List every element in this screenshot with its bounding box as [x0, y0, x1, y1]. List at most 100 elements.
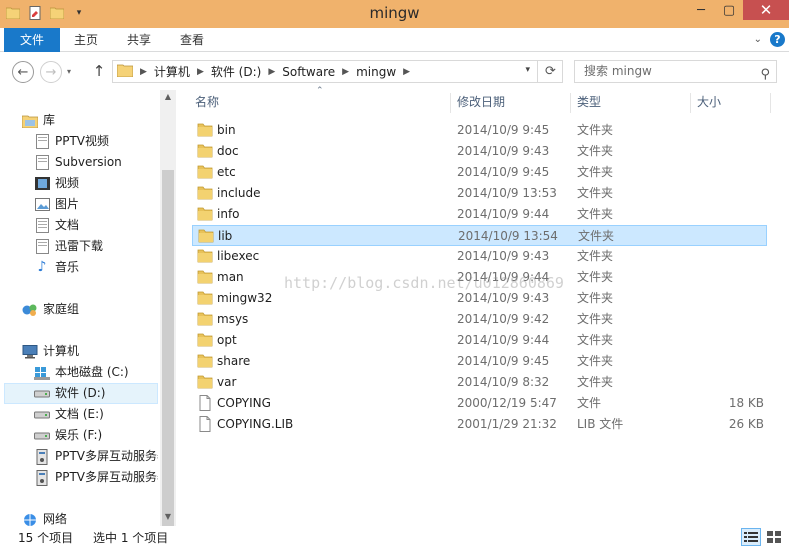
file-type: 文件 [577, 396, 602, 410]
search-input[interactable]: 搜索 mingw ⚲ [574, 60, 777, 83]
window-controls: ─ ▢ ✕ [687, 0, 789, 20]
tab-view[interactable]: 查看 [170, 28, 214, 52]
computer-icon [22, 344, 38, 360]
sidebar-item-homegroup[interactable]: 家庭组 [22, 299, 158, 320]
close-icon[interactable]: ✕ [743, 0, 789, 20]
sidebar-item-pptv-server-2[interactable]: PPTV多屏互动服务器 [34, 467, 158, 488]
file-row[interactable]: doc 2014/10/9 9:43 文件夹 [192, 141, 767, 162]
file-row[interactable]: share 2014/10/9 9:45 文件夹 [192, 351, 767, 372]
column-header-name[interactable]: 名称 [195, 90, 219, 115]
chevron-right-icon[interactable]: ▶ [137, 67, 150, 77]
breadcrumb-drive-d[interactable]: 软件 (D:) [207, 63, 265, 80]
recent-locations-icon[interactable]: ▾ [67, 67, 71, 76]
file-type: 文件夹 [577, 144, 614, 158]
file-name: opt [217, 333, 237, 347]
column-divider[interactable] [770, 93, 771, 113]
sidebar-item-music[interactable]: ♪ 音乐 [34, 257, 158, 278]
file-name: var [217, 375, 237, 389]
file-row[interactable]: mingw32 2014/10/9 9:43 文件夹 [192, 288, 767, 309]
breadcrumb-software[interactable]: Software [278, 65, 339, 79]
sidebar-item-label: 计算机 [43, 344, 80, 358]
sidebar-item-documents[interactable]: 文档 [34, 215, 158, 236]
up-icon[interactable]: ↑ [91, 62, 107, 80]
file-date: 2014/10/9 9:45 [457, 354, 550, 368]
folder-icon [197, 185, 213, 201]
sidebar-item-pptv-video[interactable]: PPTV视频 [34, 131, 158, 152]
expand-ribbon-icon[interactable]: ⌄ [754, 34, 762, 45]
file-type: 文件夹 [577, 186, 614, 200]
sidebar-item-drive-f[interactable]: 娱乐 (F:) [34, 425, 158, 446]
sidebar-item-drive-c[interactable]: 本地磁盘 (C:) [34, 362, 158, 383]
column-header-date[interactable]: 修改日期 [457, 90, 505, 115]
column-divider[interactable] [570, 93, 571, 113]
navigation-bar: ← → ▾ ↑ ▶ 计算机 ▶ 软件 (D:) ▶ Software ▶ min… [0, 52, 789, 90]
selection-count: 选中 1 个项目 [93, 531, 169, 545]
file-row[interactable]: libexec 2014/10/9 9:43 文件夹 [192, 246, 767, 267]
sidebar-item-label: 库 [43, 113, 56, 127]
sidebar-item-label: 图片 [55, 197, 80, 211]
chevron-right-icon[interactable]: ▶ [339, 67, 352, 77]
file-row[interactable]: etc 2014/10/9 9:45 文件夹 [192, 162, 767, 183]
chevron-right-icon[interactable]: ▶ [265, 67, 278, 77]
folder-icon [197, 122, 213, 138]
file-row[interactable]: lib 2014/10/9 13:54 文件夹 [192, 225, 767, 246]
tab-file[interactable]: 文件 [4, 28, 60, 52]
file-row[interactable]: info 2014/10/9 9:44 文件夹 [192, 204, 767, 225]
sidebar-item-pptv-server-1[interactable]: PPTV多屏互动服务器 [34, 446, 158, 467]
column-divider[interactable] [450, 93, 451, 113]
large-icons-view-icon[interactable] [764, 528, 784, 546]
tab-share[interactable]: 共享 [117, 28, 161, 52]
folder-icon [197, 143, 213, 159]
file-row[interactable]: include 2014/10/9 13:53 文件夹 [192, 183, 767, 204]
breadcrumb-mingw[interactable]: mingw [352, 65, 400, 79]
scroll-down-icon[interactable]: ▼ [162, 512, 174, 524]
column-header-type[interactable]: 类型 [577, 90, 601, 115]
sidebar-scrollbar[interactable]: ▲ ▼ [160, 90, 176, 549]
search-placeholder: 搜索 mingw [584, 64, 652, 78]
sidebar-item-drive-e[interactable]: 文档 (E:) [34, 404, 158, 425]
file-row[interactable]: COPYING 2000/12/19 5:47 文件 18 KB [192, 393, 767, 414]
refresh-icon[interactable]: ⟳ [537, 60, 563, 83]
chevron-right-icon[interactable]: ▶ [194, 67, 207, 77]
scroll-up-icon[interactable]: ▲ [162, 92, 174, 104]
search-icon[interactable]: ⚲ [760, 64, 770, 85]
details-view-icon[interactable] [741, 528, 761, 546]
minimize-icon[interactable]: ─ [687, 0, 715, 20]
file-name: COPYING [217, 396, 271, 410]
video-icon [34, 176, 50, 192]
tab-home[interactable]: 主页 [64, 28, 108, 52]
file-date: 2014/10/9 9:43 [457, 291, 550, 305]
file-row[interactable]: man 2014/10/9 9:44 文件夹 [192, 267, 767, 288]
drive-icon [34, 386, 50, 402]
column-divider[interactable] [690, 93, 691, 113]
folder-icon [197, 311, 213, 327]
file-row[interactable]: COPYING.LIB 2001/1/29 21:32 LIB 文件 26 KB [192, 414, 767, 435]
sidebar-item-thunder-downloads[interactable]: 迅雷下载 [34, 236, 158, 257]
picture-icon [34, 197, 50, 213]
sidebar-item-computer[interactable]: 计算机 [22, 341, 158, 362]
sidebar-item-pictures[interactable]: 图片 [34, 194, 158, 215]
file-size: 18 KB [728, 396, 764, 410]
file-row[interactable]: bin 2014/10/9 9:45 文件夹 [192, 120, 767, 141]
address-dropdown-icon[interactable]: ▾ [525, 65, 530, 75]
sidebar-item-label: 视频 [55, 176, 80, 190]
sidebar-item-drive-d[interactable]: 软件 (D:) [4, 383, 158, 404]
item-count: 15 个项目 [18, 531, 74, 545]
file-date: 2014/10/9 9:45 [457, 165, 550, 179]
column-header-size[interactable]: 大小 [697, 90, 721, 115]
sidebar-item-videos[interactable]: 视频 [34, 173, 158, 194]
sidebar-item-subversion[interactable]: Subversion [34, 152, 158, 173]
back-icon[interactable]: ← [12, 61, 34, 83]
file-row[interactable]: opt 2014/10/9 9:44 文件夹 [192, 330, 767, 351]
address-bar[interactable]: ▶ 计算机 ▶ 软件 (D:) ▶ Software ▶ mingw ▶ ▾ [112, 60, 563, 83]
scrollbar-thumb[interactable] [162, 170, 174, 549]
file-row[interactable]: msys 2014/10/9 9:42 文件夹 [192, 309, 767, 330]
sidebar-item-library[interactable]: 库 [22, 110, 158, 131]
chevron-right-icon[interactable]: ▶ [400, 67, 413, 77]
file-row[interactable]: var 2014/10/9 8:32 文件夹 [192, 372, 767, 393]
forward-icon[interactable]: → [40, 61, 62, 83]
breadcrumb-computer[interactable]: 计算机 [150, 63, 194, 80]
help-icon[interactable]: ? [770, 32, 785, 47]
window-title: mingw [369, 4, 420, 22]
maximize-icon[interactable]: ▢ [715, 0, 743, 20]
